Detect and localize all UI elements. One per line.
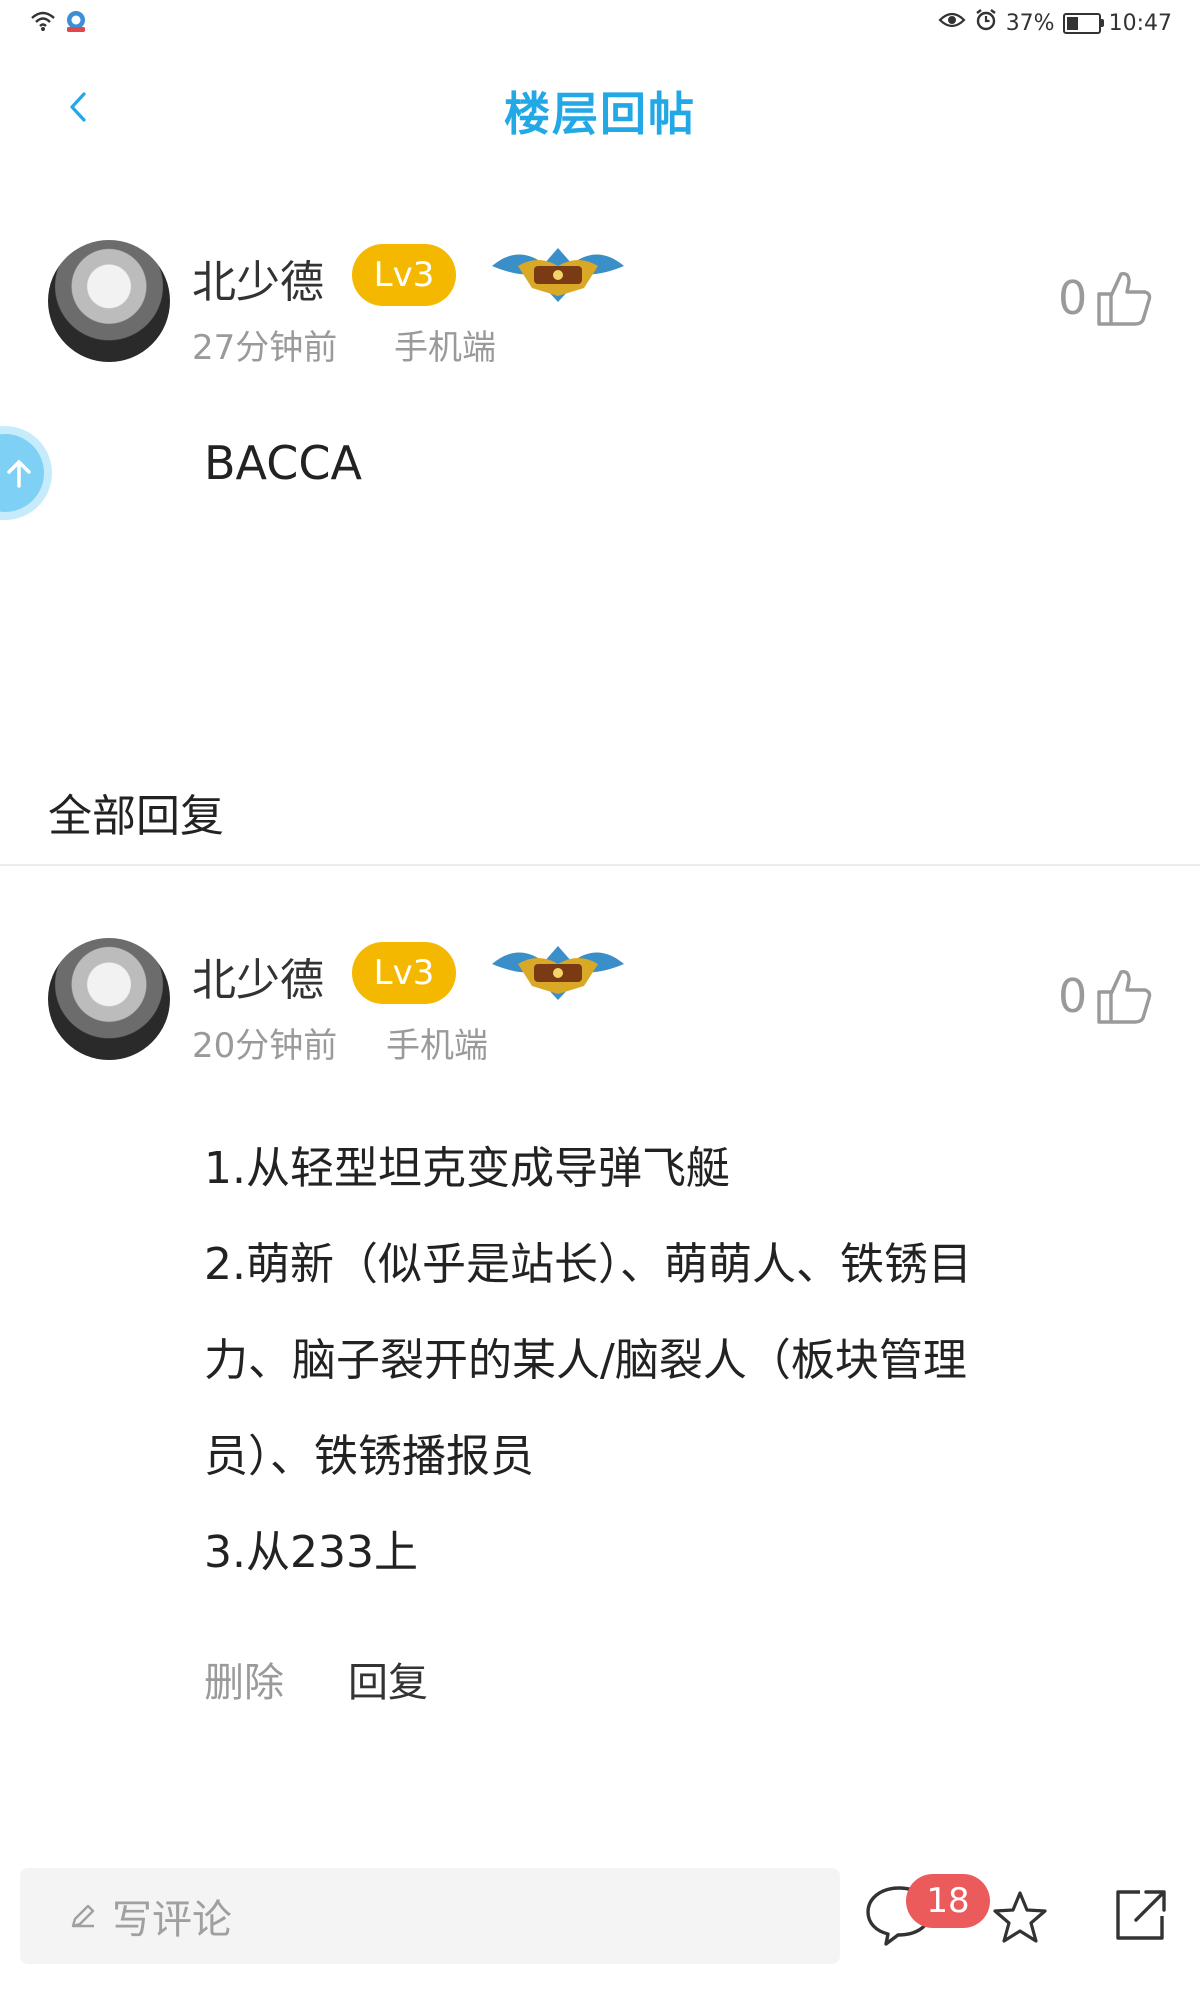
- thumbs-up-icon: [1097, 271, 1152, 326]
- reply-time: 20分钟前: [192, 1026, 338, 1066]
- comment-input[interactable]: 写评论: [20, 1868, 840, 1964]
- delete-button[interactable]: 删除: [204, 1650, 284, 1708]
- clock: 10:47: [1108, 10, 1172, 36]
- post-author-name[interactable]: 北少德: [192, 246, 324, 310]
- share-button[interactable]: [1110, 1884, 1170, 1950]
- pencil-icon: [71, 1904, 95, 1928]
- reply-line-3: 力、脑子裂开的某人/脑裂人（板块管理: [204, 1335, 967, 1386]
- reply-line-4: 员）、铁锈播报员: [204, 1431, 534, 1482]
- thumbs-up-icon: [1097, 969, 1152, 1024]
- battery-percent: 37%: [1005, 10, 1055, 36]
- arrow-up-icon: [7, 459, 31, 488]
- reply-line-2: 2.萌新（似乎是站长）、萌萌人、铁锈目: [204, 1239, 972, 1290]
- app-notification-icon: [64, 9, 88, 37]
- post-like-button[interactable]: 0: [1058, 268, 1153, 328]
- battery-icon: [1062, 12, 1104, 34]
- reply-line-1: 1.从轻型坦克变成导弹飞艇: [204, 1143, 730, 1194]
- all-replies-title: 全部回复: [48, 791, 224, 842]
- post-device: 手机端: [394, 328, 496, 368]
- reply-author-name[interactable]: 北少德: [192, 944, 324, 1008]
- section-divider: [0, 864, 1200, 866]
- status-bar: 37% 10:47: [0, 0, 1200, 46]
- eye-icon: [938, 10, 966, 36]
- battery-level-fill: [1066, 16, 1078, 30]
- alarm-icon: [974, 8, 998, 38]
- share-icon: [1116, 1890, 1166, 1940]
- reply-rank-medal-icon: [488, 934, 628, 1008]
- status-right: 37% 10:47: [938, 8, 1172, 38]
- reply-button[interactable]: 回复: [348, 1650, 428, 1708]
- star-icon: [993, 1891, 1047, 1943]
- reply-device: 手机端: [386, 1026, 488, 1066]
- post-rank-medal-icon: [488, 236, 628, 310]
- floating-action-button[interactable]: [0, 434, 44, 512]
- post-author-avatar[interactable]: [48, 240, 170, 362]
- favorite-button[interactable]: [990, 1888, 1050, 1952]
- comment-placeholder: 写评论: [112, 1897, 232, 1943]
- reply-like-count: 0: [1058, 969, 1088, 1023]
- status-left: [30, 10, 88, 36]
- comment-count-badge: 18: [906, 1874, 990, 1928]
- page-title: 楼层回帖: [504, 87, 696, 141]
- post-time: 27分钟前: [192, 328, 338, 368]
- post-like-count: 0: [1058, 271, 1088, 325]
- wifi-icon: [30, 10, 56, 36]
- post-level-badge: Lv3: [352, 244, 456, 306]
- reply-line-5: 3.从233上: [204, 1527, 418, 1578]
- reply-like-button[interactable]: 0: [1058, 966, 1153, 1026]
- reply-author-avatar[interactable]: [48, 938, 170, 1060]
- post-content: BACCA: [204, 436, 362, 490]
- reply-level-badge: Lv3: [352, 942, 456, 1004]
